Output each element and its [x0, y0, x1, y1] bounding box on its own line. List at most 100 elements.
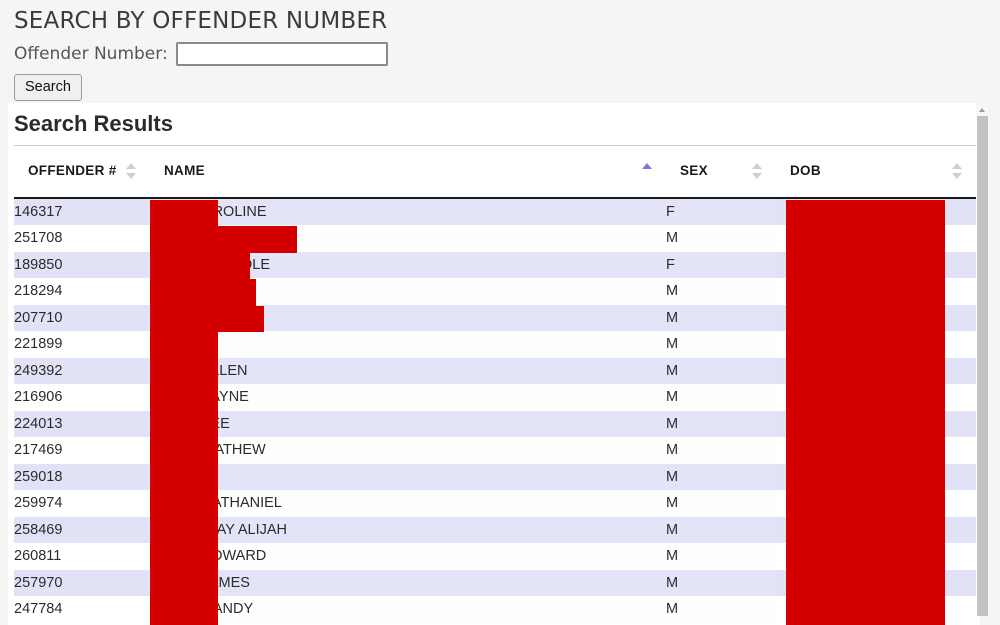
cell-sex: M [666, 437, 776, 464]
cell-sex: F [666, 251, 776, 278]
sort-arrows-icon-sex[interactable] [752, 162, 762, 180]
cell-dob [776, 596, 976, 623]
search-results-title: Search Results [14, 111, 173, 136]
cell-offender: 217469 [14, 437, 150, 464]
cell-sex: M [666, 304, 776, 331]
column-header-offender-number-label: OFFENDER # [28, 163, 117, 179]
cell-offender: 257970 [14, 569, 150, 596]
cell-name: JAZMINE NICOLE [150, 251, 666, 278]
table-row[interactable]: 218294 ROBERT LEE M [14, 278, 976, 305]
table-row[interactable]: 259974 JADEN NATHANIEL M [14, 490, 976, 517]
cell-sex: M [666, 490, 776, 517]
table-row[interactable]: 257970 JARED JAMES M [14, 569, 976, 596]
cell-name: ROBERT LEE [150, 278, 666, 305]
table-row[interactable]: 258469 JAHVONTAY ALIJAH M [14, 516, 976, 543]
table-row[interactable]: 216906 JACOB LAYNE M [14, 384, 976, 411]
cell-dob [776, 278, 976, 305]
cell-offender: 249392 [14, 357, 150, 384]
table-row[interactable]: 251708 CASEY JAMES M [14, 225, 976, 252]
cell-name: JASON RANDY [150, 596, 666, 623]
page-title: SEARCH BY OFFENDER NUMBER [14, 8, 388, 34]
column-header-name-label: NAME [164, 163, 205, 179]
results-table-wrapper: OFFENDER # NAME SEX DOB 146317 JODY CARO… [14, 145, 976, 623]
cell-offender: 260811 [14, 543, 150, 570]
cell-name: JAMES EDWARD [150, 543, 666, 570]
cell-name: JACOB ALLEN [150, 357, 666, 384]
cell-sex: M [666, 331, 776, 358]
cell-dob [776, 331, 976, 358]
offender-number-input[interactable] [175, 42, 388, 66]
table-row[interactable]: 221899 JACK M [14, 331, 976, 358]
cell-offender: 221899 [14, 331, 150, 358]
cell-name: JACOB LAYNE [150, 384, 666, 411]
search-button[interactable]: Search [14, 74, 82, 101]
results-table-head: OFFENDER # NAME SEX DOB [14, 145, 976, 199]
cell-sex: M [666, 569, 776, 596]
table-header-row: OFFENDER # NAME SEX DOB [14, 145, 976, 199]
cell-offender: 258469 [14, 516, 150, 543]
cell-name: JADEN NATHANIEL [150, 490, 666, 517]
cell-offender: 218294 [14, 278, 150, 305]
results-table: OFFENDER # NAME SEX DOB 146317 JODY CARO… [14, 145, 976, 623]
results-table-body: 146317 JODY CAROLINE F 251708 CASEY JAMES M 18… [14, 197, 976, 623]
table-row[interactable]: 259018 JADEN M [14, 463, 976, 490]
cell-dob [776, 251, 976, 278]
cell-name: JACOB MATHEW [150, 437, 666, 464]
cell-sex: M [666, 410, 776, 437]
cell-offender: 207710 [14, 304, 150, 331]
table-row[interactable]: 146317 JODY CAROLINE F [14, 197, 976, 225]
cell-offender: 247784 [14, 596, 150, 623]
sort-ascending-icon-name[interactable] [642, 162, 652, 180]
cell-name: JADEN [150, 463, 666, 490]
cell-dob [776, 490, 976, 517]
cell-sex: M [666, 463, 776, 490]
cell-offender: 224013 [14, 410, 150, 437]
table-row[interactable]: 247784 JASON RANDY M [14, 596, 976, 623]
table-row[interactable]: 224013 JACOB LEE M [14, 410, 976, 437]
cell-offender: 146317 [14, 197, 150, 225]
cell-offender: 259974 [14, 490, 150, 517]
cell-sex: M [666, 596, 776, 623]
cell-name: NICOLAS RYAN [150, 304, 666, 331]
cell-dob [776, 410, 976, 437]
cell-name: JODY CAROLINE [150, 197, 666, 225]
results-scrollbar[interactable] [976, 103, 988, 625]
cell-name: JAHVONTAY ALIJAH [150, 516, 666, 543]
scrollbar-thumb[interactable] [977, 116, 988, 616]
cell-dob [776, 463, 976, 490]
column-header-dob-label: DOB [790, 163, 821, 179]
table-row[interactable]: 189850 JAZMINE NICOLE F [14, 251, 976, 278]
column-header-offender-number[interactable]: OFFENDER # [14, 145, 150, 199]
cell-dob [776, 304, 976, 331]
cell-sex: M [666, 225, 776, 252]
table-row[interactable]: 207710 NICOLAS RYAN M [14, 304, 976, 331]
scroll-up-arrow-icon[interactable] [976, 103, 988, 116]
cell-offender: 251708 [14, 225, 150, 252]
column-header-sex[interactable]: SEX [666, 145, 776, 199]
cell-offender: 216906 [14, 384, 150, 411]
sort-arrows-icon-dob[interactable] [952, 162, 962, 180]
cell-dob [776, 197, 976, 225]
search-results-panel: Search Results OFFENDER # NAME SEX DOB 1… [8, 103, 980, 625]
column-header-sex-label: SEX [680, 163, 708, 179]
cell-name: CASEY JAMES [150, 225, 666, 252]
cell-name: JARED JAMES [150, 569, 666, 596]
cell-sex: M [666, 357, 776, 384]
search-button-row: Search [0, 66, 1000, 101]
table-row[interactable]: 249392 JACOB ALLEN M [14, 357, 976, 384]
cell-sex: M [666, 543, 776, 570]
cell-sex: M [666, 384, 776, 411]
cell-dob [776, 357, 976, 384]
search-form-section: SEARCH BY OFFENDER NUMBER Offender Numbe… [0, 0, 1000, 101]
column-header-name[interactable]: NAME [150, 145, 666, 199]
offender-number-field-row: Offender Number: [0, 34, 1000, 66]
table-row[interactable]: 260811 JAMES EDWARD M [14, 543, 976, 570]
column-header-dob[interactable]: DOB [776, 145, 976, 199]
cell-sex: M [666, 278, 776, 305]
table-row[interactable]: 217469 JACOB MATHEW M [14, 437, 976, 464]
sort-arrows-icon-offender[interactable] [126, 162, 136, 180]
cell-offender: 189850 [14, 251, 150, 278]
cell-dob [776, 384, 976, 411]
offender-number-label: Offender Number: [14, 44, 168, 64]
cell-dob [776, 437, 976, 464]
